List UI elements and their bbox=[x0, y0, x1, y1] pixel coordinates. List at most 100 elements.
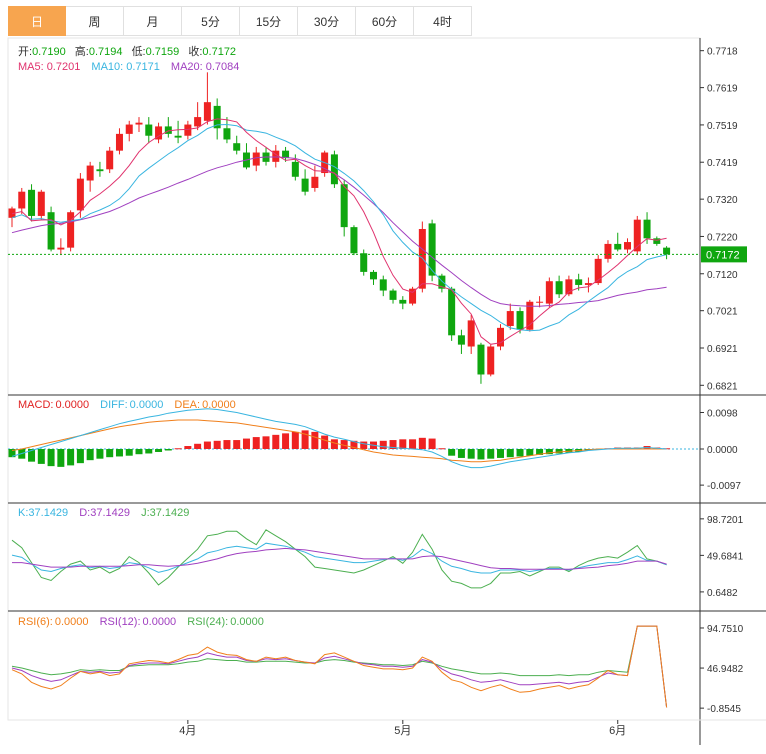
macd-info: MACD: 0.0000 DIFF: 0.0000 DEA: 0.0000 bbox=[18, 399, 236, 411]
candle-body bbox=[545, 281, 553, 304]
candle-body bbox=[653, 238, 661, 244]
candle-body bbox=[663, 247, 671, 255]
price-axes: 0.7718 0.7619 0.7519 0.7419 0.7320 0.7220 0.71… bbox=[179, 47, 743, 737]
price-tick-label: 0.7220 bbox=[707, 232, 738, 243]
macd-bar bbox=[115, 449, 123, 457]
candle-body bbox=[47, 212, 55, 250]
kdj-tick-label: 0.6482 bbox=[707, 588, 738, 599]
macd-bar bbox=[174, 448, 182, 450]
candle-body bbox=[399, 299, 407, 304]
macd-bar bbox=[555, 449, 563, 454]
macd-bar bbox=[526, 449, 534, 456]
candle-body bbox=[467, 320, 475, 347]
candle-body bbox=[360, 253, 368, 272]
price-tick-label: 0.7120 bbox=[707, 270, 738, 281]
macd-bar bbox=[106, 449, 114, 458]
candle-body bbox=[379, 279, 387, 291]
rsi12-line bbox=[11, 625, 668, 708]
macd-bar bbox=[194, 443, 202, 449]
kdj-tick-label: 98.7201 bbox=[707, 515, 744, 526]
candle-body bbox=[233, 143, 241, 151]
price-tick-label: 0.7320 bbox=[707, 195, 738, 206]
candle-body bbox=[516, 311, 524, 330]
candle-body bbox=[86, 165, 94, 181]
kdj-tick-label: 49.6841 bbox=[707, 551, 744, 562]
candle-body bbox=[330, 154, 338, 185]
candle-body bbox=[389, 290, 397, 300]
candle-body bbox=[594, 258, 602, 284]
candlestick-panel bbox=[8, 72, 671, 384]
rsi-info: RSI(6): 0.0000 RSI(12): 0.0000 RSI(24): 0.0… bbox=[18, 616, 264, 628]
candle-body bbox=[643, 219, 651, 239]
x-tick-label: 6月 bbox=[609, 725, 626, 737]
candle-body bbox=[203, 102, 211, 121]
price-tick-label: 0.7419 bbox=[707, 158, 738, 169]
candle-body bbox=[624, 242, 632, 250]
candle-body bbox=[536, 301, 544, 303]
macd-bar bbox=[213, 440, 221, 449]
kdj-panel bbox=[11, 529, 667, 589]
macd-bar bbox=[311, 431, 319, 449]
macd-bar bbox=[96, 449, 104, 459]
candle-body bbox=[18, 191, 26, 209]
macd-bar bbox=[360, 441, 368, 449]
macd-bar bbox=[418, 437, 426, 449]
rsi-tick-label: 46.9482 bbox=[707, 664, 744, 675]
kdj-info: K:37.1429 D:37.1429 J:37.1429 bbox=[18, 507, 189, 519]
macd-bar bbox=[399, 439, 407, 449]
chart-area[interactable]: 0.7718 0.7619 0.7519 0.7419 0.7320 0.7220 0.71… bbox=[0, 0, 766, 754]
macd-bar bbox=[321, 435, 329, 449]
macd-bar bbox=[438, 448, 446, 450]
macd-bar bbox=[272, 434, 280, 449]
candle-body bbox=[145, 124, 153, 136]
macd-bar bbox=[457, 449, 465, 458]
kdj-j-line bbox=[11, 529, 667, 589]
macd-bar bbox=[242, 438, 250, 449]
candle-body bbox=[457, 335, 465, 345]
macd-bar bbox=[223, 440, 231, 449]
macd-bar bbox=[262, 436, 270, 449]
rsi24-line bbox=[11, 625, 668, 708]
macd-tick-label: 0.0000 bbox=[707, 445, 738, 456]
rsi-tick-label: 94.7510 bbox=[707, 624, 744, 635]
macd-bar bbox=[37, 449, 45, 464]
candle-body bbox=[506, 311, 514, 326]
price-tick-label: 0.7021 bbox=[707, 307, 738, 318]
macd-bar bbox=[67, 449, 75, 466]
candle-body bbox=[223, 128, 231, 140]
macd-bar bbox=[47, 449, 55, 467]
rsi6-line bbox=[11, 625, 668, 708]
candle-body bbox=[67, 212, 75, 248]
x-tick-label: 4月 bbox=[179, 725, 196, 737]
candle-body bbox=[487, 346, 495, 375]
candle-body bbox=[311, 176, 319, 188]
candle-body bbox=[301, 178, 309, 192]
candle-body bbox=[96, 169, 104, 172]
candle-body bbox=[350, 227, 358, 254]
macd-bar bbox=[516, 449, 524, 457]
macd-bar bbox=[428, 438, 436, 449]
macd-bar bbox=[252, 437, 260, 449]
macd-bar bbox=[467, 449, 475, 459]
candle-body bbox=[174, 135, 182, 138]
candle-body bbox=[28, 189, 36, 216]
macd-bar bbox=[282, 433, 290, 449]
macd-bar bbox=[487, 449, 495, 459]
macd-bar bbox=[448, 449, 456, 456]
price-tick-label: 0.7718 bbox=[707, 47, 738, 58]
candle-body bbox=[291, 161, 299, 177]
rsi-tick-label: -0.8545 bbox=[707, 704, 741, 715]
kdj-d-line bbox=[12, 547, 667, 570]
macd-bar bbox=[497, 449, 504, 458]
price-tick-label: 0.7519 bbox=[707, 121, 738, 132]
current-price-label: 0.7172 bbox=[706, 249, 740, 261]
macd-bar bbox=[86, 449, 94, 461]
macd-tick-label: -0.0097 bbox=[707, 481, 741, 492]
macd-bar bbox=[155, 449, 163, 452]
rsi-panel bbox=[11, 625, 668, 708]
macd-bar bbox=[145, 449, 153, 454]
candle-body bbox=[575, 279, 583, 285]
macd-bar bbox=[76, 449, 84, 464]
ma-info: MA5: 0.7201 MA10: 0.7171 MA20: 0.7084 bbox=[18, 61, 239, 73]
price-tick-label: 0.7619 bbox=[707, 84, 738, 95]
